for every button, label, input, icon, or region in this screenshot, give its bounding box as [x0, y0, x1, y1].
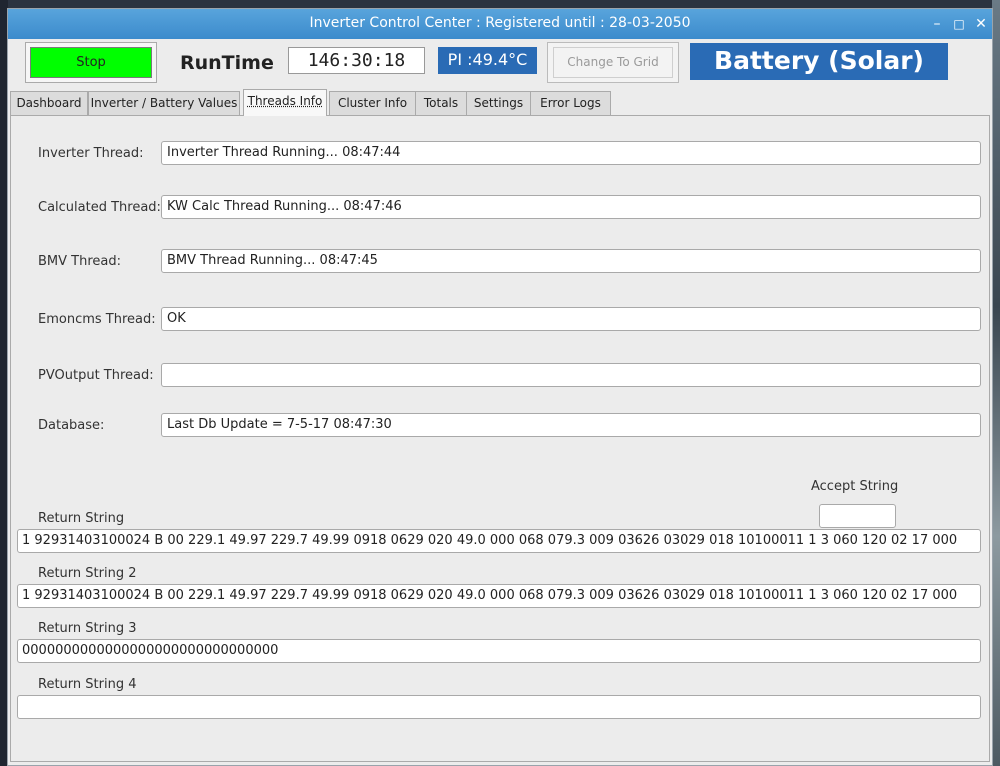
inverter-thread-label: Inverter Thread:: [38, 146, 144, 161]
bmv-thread-field[interactable]: BMV Thread Running... 08:47:45: [161, 249, 981, 273]
return-string-3-label: Return String 3: [38, 621, 137, 636]
maximize-button[interactable]: □: [950, 15, 968, 33]
return-string-4-field[interactable]: [17, 695, 981, 719]
tab-error-logs[interactable]: Error Logs: [530, 91, 611, 115]
desktop-background-right: [992, 0, 1000, 766]
tab-label: Threads Info: [247, 94, 323, 108]
return-string-2-label: Return String 2: [38, 566, 137, 581]
pvoutput-thread-label: PVOutput Thread:: [38, 368, 154, 383]
tab-bar: Dashboard Inverter / Battery Values Thre…: [10, 89, 990, 116]
stop-button[interactable]: Stop: [30, 47, 152, 78]
stop-button-frame: Stop: [25, 42, 157, 83]
tab-totals[interactable]: Totals: [415, 91, 467, 115]
tab-inverter-battery-values[interactable]: Inverter / Battery Values: [88, 91, 240, 115]
return-string-4-label: Return String 4: [38, 677, 137, 692]
emoncms-thread-field[interactable]: OK: [161, 307, 981, 331]
tab-label: Dashboard: [16, 96, 82, 110]
tab-dashboard[interactable]: Dashboard: [10, 91, 88, 115]
change-to-grid-button[interactable]: Change To Grid: [553, 47, 673, 78]
return-string-2-field[interactable]: 1 92931403100024 B 00 229.1 49.97 229.7 …: [17, 584, 981, 608]
inverter-thread-field[interactable]: Inverter Thread Running... 08:47:44: [161, 141, 981, 165]
return-string-field[interactable]: 1 92931403100024 B 00 229.1 49.97 229.7 …: [17, 529, 981, 553]
tab-cluster-info[interactable]: Cluster Info: [329, 91, 416, 115]
tab-label: Error Logs: [540, 96, 601, 110]
tab-settings[interactable]: Settings: [466, 91, 531, 115]
database-label: Database:: [38, 418, 105, 433]
tab-label: Inverter / Battery Values: [90, 96, 238, 110]
runtime-label: RunTime: [180, 52, 274, 74]
change-grid-frame: Change To Grid: [547, 42, 679, 83]
title-bar[interactable]: Inverter Control Center : Registered unt…: [8, 9, 992, 39]
emoncms-thread-label: Emoncms Thread:: [38, 312, 156, 327]
tab-threads-info[interactable]: Threads Info: [243, 89, 327, 116]
database-field[interactable]: Last Db Update = 7-5-17 08:47:30: [161, 413, 981, 437]
power-mode-badge: Battery (Solar): [690, 43, 948, 80]
return-string-3-field[interactable]: 0000000000000000000000000000000: [17, 639, 981, 663]
window-title: Inverter Control Center : Registered unt…: [309, 15, 691, 31]
control-header: Stop RunTime 146:30:18 PI :49.4°C Change…: [8, 39, 992, 89]
minimize-button[interactable]: –: [928, 15, 946, 33]
accept-string-label: Accept String: [811, 479, 899, 494]
calculated-thread-label: Calculated Thread:: [38, 200, 161, 215]
bmv-thread-label: BMV Thread:: [38, 254, 121, 269]
threads-info-panel: Inverter Thread: Inverter Thread Running…: [10, 115, 990, 762]
runtime-value: 146:30:18: [288, 47, 425, 74]
calculated-thread-field[interactable]: KW Calc Thread Running... 08:47:46: [161, 195, 981, 219]
pvoutput-thread-field[interactable]: [161, 363, 981, 387]
return-string-label: Return String: [38, 511, 125, 526]
tab-label: Cluster Info: [337, 96, 408, 110]
tab-label: Settings: [473, 96, 524, 110]
pi-temperature-badge: PI :49.4°C: [438, 47, 537, 74]
app-window: Inverter Control Center : Registered unt…: [7, 8, 993, 766]
tab-label: Totals: [423, 96, 459, 110]
close-button[interactable]: ✕: [972, 15, 990, 33]
accept-string-input[interactable]: [819, 504, 896, 528]
